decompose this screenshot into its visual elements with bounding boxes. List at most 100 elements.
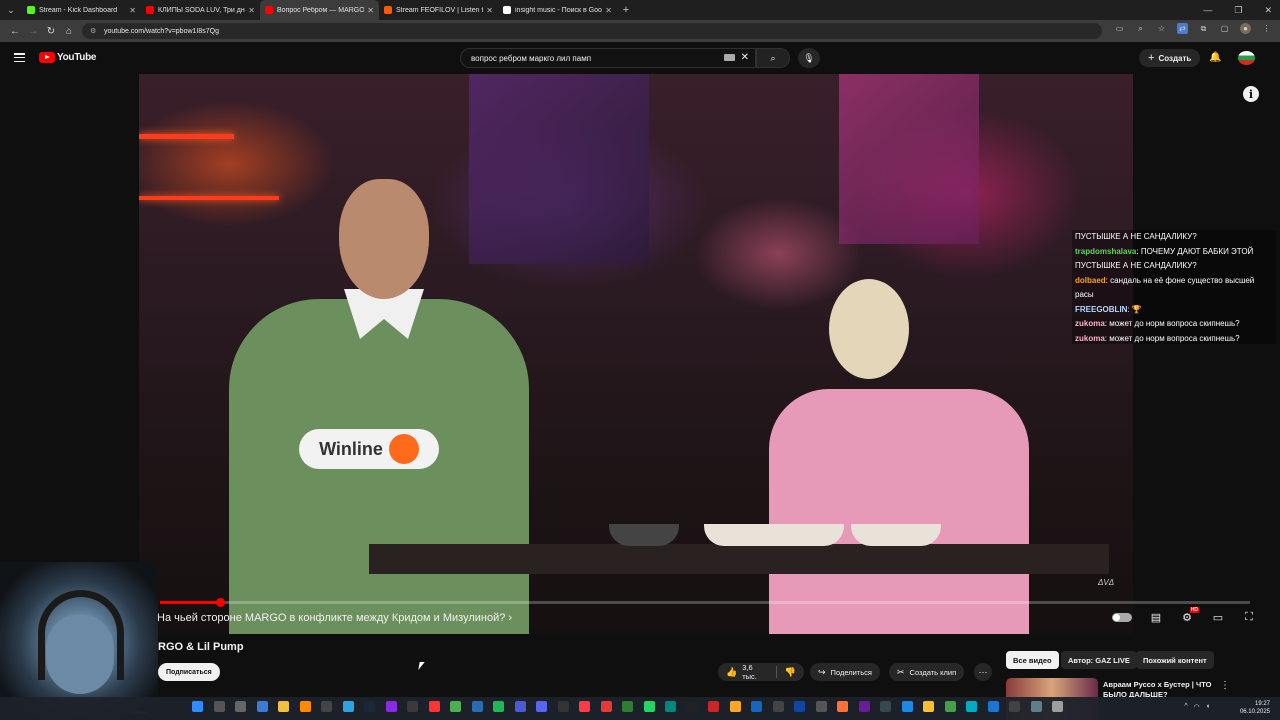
widgets-app-icon[interactable] xyxy=(256,701,268,712)
bookmark-star-icon[interactable]: ☆ xyxy=(1156,23,1167,34)
app-app-icon[interactable] xyxy=(1030,701,1042,712)
minimize-icon[interactable]: — xyxy=(1203,5,1212,15)
settings-gear-icon[interactable]: ⚙ HD xyxy=(1180,607,1199,624)
new-tab-button[interactable]: + xyxy=(617,4,635,16)
app-app-icon[interactable] xyxy=(600,701,612,712)
filter-chip[interactable]: Похожий контент xyxy=(1136,651,1214,669)
windows-app-icon[interactable] xyxy=(192,701,203,712)
reload-icon[interactable]: ↻ xyxy=(42,26,60,37)
app-app-icon[interactable] xyxy=(729,701,741,712)
video-player[interactable]: Winline xyxy=(139,74,1133,634)
app-app-icon[interactable] xyxy=(557,701,569,712)
browser-tab[interactable]: insight music - Поиск в Google ✕ xyxy=(498,0,617,20)
subtitles-icon[interactable]: ▤ xyxy=(1149,610,1163,624)
app-app-icon[interactable] xyxy=(665,701,676,712)
app-app-icon[interactable] xyxy=(1009,701,1020,712)
music-app-icon[interactable] xyxy=(579,701,590,712)
tab-close-icon[interactable]: ✕ xyxy=(486,6,493,15)
app-app-icon[interactable] xyxy=(407,701,418,712)
wifi-icon[interactable]: ◠ xyxy=(1194,703,1200,711)
tab-groups-icon[interactable]: ▢ xyxy=(1219,23,1230,34)
subscribe-button[interactable]: Подписаться xyxy=(158,663,220,681)
tab-close-icon[interactable]: ✕ xyxy=(248,6,255,15)
video-info-icon[interactable]: i xyxy=(1243,86,1259,102)
whatsapp-app-icon[interactable] xyxy=(643,701,655,712)
maximize-icon[interactable]: ❐ xyxy=(1234,5,1242,16)
url-bar[interactable]: ⚙ youtube.com/watch?v=pbow1I8s7Qg xyxy=(82,23,1102,39)
tab-close-icon[interactable]: ✕ xyxy=(129,6,136,15)
more-actions-button[interactable]: ⋯ xyxy=(974,663,992,681)
chrome-app-icon[interactable] xyxy=(450,701,461,712)
keyboard-icon[interactable] xyxy=(724,54,735,61)
extensions-icon[interactable]: ⧉ xyxy=(1198,23,1209,34)
app-app-icon[interactable] xyxy=(966,701,977,712)
search-button[interactable]: ⌕ xyxy=(756,48,790,68)
app-app-icon[interactable] xyxy=(815,701,827,712)
clear-search-icon[interactable]: ✕ xyxy=(741,52,749,63)
app-app-icon[interactable] xyxy=(880,701,891,712)
menu-hamburger-icon[interactable] xyxy=(14,53,25,62)
volume-icon[interactable]: ◖ xyxy=(1206,703,1210,711)
close-window-icon[interactable]: ✕ xyxy=(1264,5,1272,16)
yandex-app-icon[interactable] xyxy=(428,701,440,712)
recommendation-menu-icon[interactable]: ⋮ xyxy=(1220,680,1230,691)
app-app-icon[interactable] xyxy=(772,701,784,712)
app-app-icon[interactable] xyxy=(299,701,311,712)
app-app-icon[interactable] xyxy=(923,701,934,712)
app-app-icon[interactable] xyxy=(751,701,762,712)
tab-close-icon[interactable]: ✕ xyxy=(605,6,612,15)
search-app-icon[interactable] xyxy=(213,701,225,712)
browser-tab[interactable]: Stream FEOFILOV | Listen to m✕ xyxy=(379,0,498,20)
filter-chip[interactable]: Все видео xyxy=(1006,651,1059,669)
app-app-icon[interactable] xyxy=(901,701,913,712)
firefox-app-icon[interactable] xyxy=(837,701,848,712)
app-app-icon[interactable] xyxy=(471,701,483,712)
profile-icon[interactable]: ● xyxy=(1240,23,1251,34)
like-button[interactable]: 👍 3,6 тыс. xyxy=(718,663,776,681)
scrubber-handle[interactable] xyxy=(215,598,225,607)
app-app-icon[interactable] xyxy=(514,701,526,712)
create-button[interactable]: + Создать xyxy=(1139,49,1201,67)
share-button[interactable]: ↪ Поделиться xyxy=(810,663,880,681)
taskview-app-icon[interactable] xyxy=(235,701,246,712)
app-app-icon[interactable] xyxy=(708,701,719,712)
chapter-title[interactable]: На чьей стороне MARGO в конфликте между … xyxy=(157,612,512,624)
app-app-icon[interactable] xyxy=(385,701,397,712)
translate-icon[interactable]: ⇄ xyxy=(1177,23,1188,34)
app-app-icon[interactable] xyxy=(794,701,805,712)
forward-icon[interactable]: → xyxy=(24,26,42,37)
video-progress-bar[interactable] xyxy=(160,598,1250,607)
app-app-icon[interactable] xyxy=(987,701,999,712)
dislike-button[interactable]: 👎 xyxy=(777,663,804,681)
discord-app-icon[interactable] xyxy=(536,701,547,712)
tab-close-icon[interactable]: ✕ xyxy=(367,6,374,15)
voice-search-button[interactable]: 🎙 xyxy=(798,48,820,68)
home-icon[interactable]: ⌂ xyxy=(60,26,78,37)
explorer-app-icon[interactable] xyxy=(278,701,289,712)
fullscreen-icon[interactable]: ⛶ xyxy=(1242,610,1256,624)
obs-app-icon[interactable] xyxy=(321,701,332,712)
back-icon[interactable]: ← xyxy=(6,26,24,37)
site-info-icon[interactable]: ⚙ xyxy=(90,27,98,35)
telegram-app-icon[interactable] xyxy=(342,701,354,712)
tray-chevron-icon[interactable]: ^ xyxy=(1184,703,1187,711)
autoplay-toggle[interactable] xyxy=(1112,612,1132,622)
zoom-icon[interactable]: ⌕ xyxy=(1135,23,1146,34)
notifications-bell-icon[interactable]: 🔔 xyxy=(1209,52,1221,63)
theater-mode-icon[interactable]: ▭ xyxy=(1211,610,1225,624)
browser-tab[interactable]: Вопрос Ребром — MARGO & ✕ xyxy=(260,0,379,20)
filter-chip[interactable]: Автор: GAZ LIVE xyxy=(1061,651,1137,669)
account-avatar[interactable] xyxy=(1238,51,1255,65)
tab-search-icon[interactable]: ⌄ xyxy=(0,0,22,20)
app-app-icon[interactable] xyxy=(858,701,870,712)
cast-icon[interactable]: ▭ xyxy=(1114,23,1125,34)
youtube-logo[interactable]: YouTube xyxy=(39,52,97,63)
app-app-icon[interactable] xyxy=(622,701,633,712)
steam-app-icon[interactable] xyxy=(364,701,375,712)
terminal-app-icon[interactable] xyxy=(686,701,698,712)
system-clock[interactable]: 19:27 06.10.2025 xyxy=(1240,700,1270,716)
browser-tab[interactable]: КЛИПЫ SODA LUV, Три дня д ✕ xyxy=(141,0,260,20)
browser-tab[interactable]: Stream - Kick Dashboard ✕ xyxy=(22,0,141,20)
app-app-icon[interactable] xyxy=(1052,701,1063,712)
clip-button[interactable]: ✂ Создать клип xyxy=(889,663,965,681)
